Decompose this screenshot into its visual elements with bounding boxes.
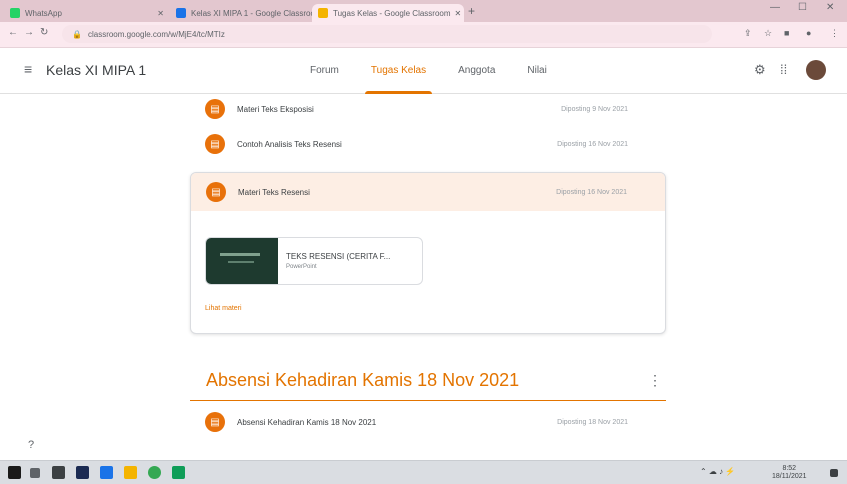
tab-label: Tugas Kelas - Google Classroom <box>333 8 451 18</box>
url-text: classroom.google.com/w/MjE4/tc/MTIz <box>87 29 225 39</box>
forward-icon[interactable]: → <box>24 27 34 38</box>
tab-label: WhatsApp <box>25 8 62 18</box>
classroom-favicon-icon <box>318 8 328 18</box>
lock-icon: 🔒 <box>72 29 82 39</box>
extension-icon[interactable]: ■ <box>784 28 789 38</box>
more-vert-icon[interactable]: ⋮ <box>648 372 662 389</box>
material-date: Diposting 18 Nov 2021 <box>557 418 628 426</box>
address-bar[interactable]: 🔒 classroom.google.com/w/MjE4/tc/MTIz <box>62 25 712 43</box>
tab-nilai[interactable]: Nilai <box>511 48 562 94</box>
menu-icon[interactable]: ≡ <box>24 61 32 77</box>
back-icon[interactable]: ← <box>8 27 18 38</box>
whatsapp-favicon-icon <box>10 8 20 18</box>
browser-tab-active[interactable]: Tugas Kelas - Google Classroom ✕ <box>312 4 464 22</box>
help-icon[interactable]: ? <box>28 439 34 451</box>
reload-icon[interactable]: ↻ <box>40 27 48 38</box>
more-vert-icon[interactable]: ⋮ <box>830 28 839 39</box>
clock[interactable]: 8:52 18/11/2021 <box>772 465 807 481</box>
browser-tab-whatsapp[interactable]: WhatsApp ✕ <box>4 4 170 22</box>
material-title: Absensi Kehadiran Kamis 18 Nov 2021 <box>237 417 377 427</box>
shield-icon[interactable] <box>76 466 89 479</box>
topic-title: Absensi Kehadiran Kamis 18 Nov 2021 <box>206 370 520 390</box>
folder-icon[interactable] <box>124 466 137 479</box>
attachment-type: PowerPoint <box>286 264 317 270</box>
close-tab-icon[interactable]: ✕ <box>153 9 164 18</box>
material-title: Materi Teks Resensi <box>238 187 310 197</box>
windows-icon[interactable] <box>8 466 21 479</box>
material-title: Materi Teks Eksposisi <box>237 104 314 114</box>
browser-tab-classroom[interactable]: Kelas XI MIPA 1 - Google Classroom ✕ <box>170 4 312 22</box>
close-tab-icon[interactable]: ✕ <box>451 9 462 18</box>
material-row[interactable]: ▤ Contoh Analisis Teks Resensi Diposting… <box>190 125 666 163</box>
browser-tab-strip: WhatsApp ✕ Kelas XI MIPA 1 - Google Clas… <box>0 0 847 22</box>
maximize-icon[interactable]: ☐ <box>798 2 807 13</box>
material-date: Diposting 16 Nov 2021 <box>557 140 628 148</box>
material-title: Contoh Analisis Teks Resensi <box>237 139 342 149</box>
expanded-material-card: ▤ Materi Teks Resensi Diposting 16 Nov 2… <box>190 172 666 334</box>
material-icon: ▤ <box>205 134 225 154</box>
windows-taskbar: ⌃ ☁ ♪ ⚡ 8:52 18/11/2021 <box>0 460 847 484</box>
profile-icon[interactable]: ● <box>806 28 811 38</box>
material-row[interactable]: ▤ Materi Teks Eksposisi Diposting 9 Nov … <box>190 94 666 128</box>
material-date: Diposting 9 Nov 2021 <box>561 105 628 113</box>
search-icon[interactable] <box>30 468 40 478</box>
close-icon[interactable]: ✕ <box>826 2 834 13</box>
attachment-chip[interactable]: TEKS RESENSI (CERITA F... PowerPoint <box>205 237 423 285</box>
material-icon: ▤ <box>205 99 225 119</box>
chrome-icon[interactable] <box>148 466 161 479</box>
material-row[interactable]: ▤ Materi Teks Resensi Diposting 16 Nov 2… <box>191 173 665 211</box>
clock-date: 18/11/2021 <box>772 473 807 480</box>
explorer-icon[interactable] <box>100 466 113 479</box>
share-icon[interactable]: ⇪ <box>744 28 752 39</box>
classwork-stream: ▤ Materi Teks Eksposisi Diposting 9 Nov … <box>0 94 847 460</box>
star-icon[interactable]: ☆ <box>764 28 772 39</box>
tab-anggota[interactable]: Anggota <box>442 48 511 94</box>
class-nav-tabs: Forum Tugas Kelas Anggota Nilai <box>294 48 563 94</box>
topic-divider <box>190 400 666 401</box>
classroom-favicon-icon <box>176 8 186 18</box>
classroom-header: ≡ Kelas XI MIPA 1 Forum Tugas Kelas Angg… <box>0 48 847 94</box>
browser-toolbar: ← → ↻ 🔒 classroom.google.com/w/MjE4/tc/M… <box>0 22 847 48</box>
tab-forum[interactable]: Forum <box>294 48 355 94</box>
material-row[interactable]: ▤ Absensi Kehadiran Kamis 18 Nov 2021 Di… <box>190 403 666 441</box>
notification-icon[interactable] <box>830 469 838 477</box>
clock-time: 8:52 <box>782 465 797 472</box>
material-date: Diposting 16 Nov 2021 <box>556 188 627 196</box>
material-icon: ▤ <box>205 412 225 432</box>
settings-icon[interactable]: ⚙ <box>754 62 766 78</box>
plus-icon[interactable]: + <box>468 4 475 18</box>
avatar[interactable] <box>806 60 826 80</box>
tab-tugas-kelas[interactable]: Tugas Kelas <box>355 48 442 94</box>
attachment-thumbnail <box>206 238 278 284</box>
material-icon: ▤ <box>206 182 226 202</box>
attachment-name: TEKS RESENSI (CERITA F... <box>286 252 391 261</box>
tray-icons[interactable]: ⌃ ☁ ♪ ⚡ <box>700 467 735 476</box>
minimize-icon[interactable]: — <box>770 2 780 13</box>
store-icon[interactable] <box>52 466 65 479</box>
view-material-link[interactable]: Lihat materi <box>205 305 242 312</box>
photos-icon[interactable] <box>172 466 185 479</box>
apps-grid-icon[interactable]: ⁞⁞ <box>780 62 787 77</box>
class-name[interactable]: Kelas XI MIPA 1 <box>46 62 146 78</box>
tab-label: Kelas XI MIPA 1 - Google Classroom <box>191 8 312 18</box>
